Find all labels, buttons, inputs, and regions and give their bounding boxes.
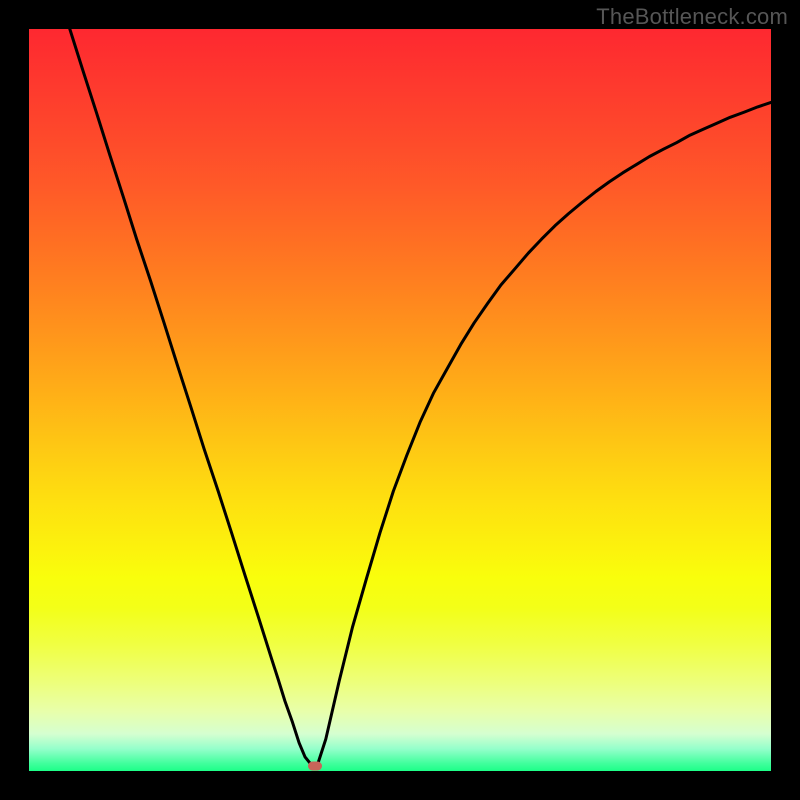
curve-right-branch — [318, 102, 771, 764]
chart-plot-area — [29, 29, 771, 771]
curve-left-branch — [70, 29, 311, 764]
watermark-text: TheBottleneck.com — [596, 4, 788, 30]
optimum-marker — [308, 761, 322, 770]
